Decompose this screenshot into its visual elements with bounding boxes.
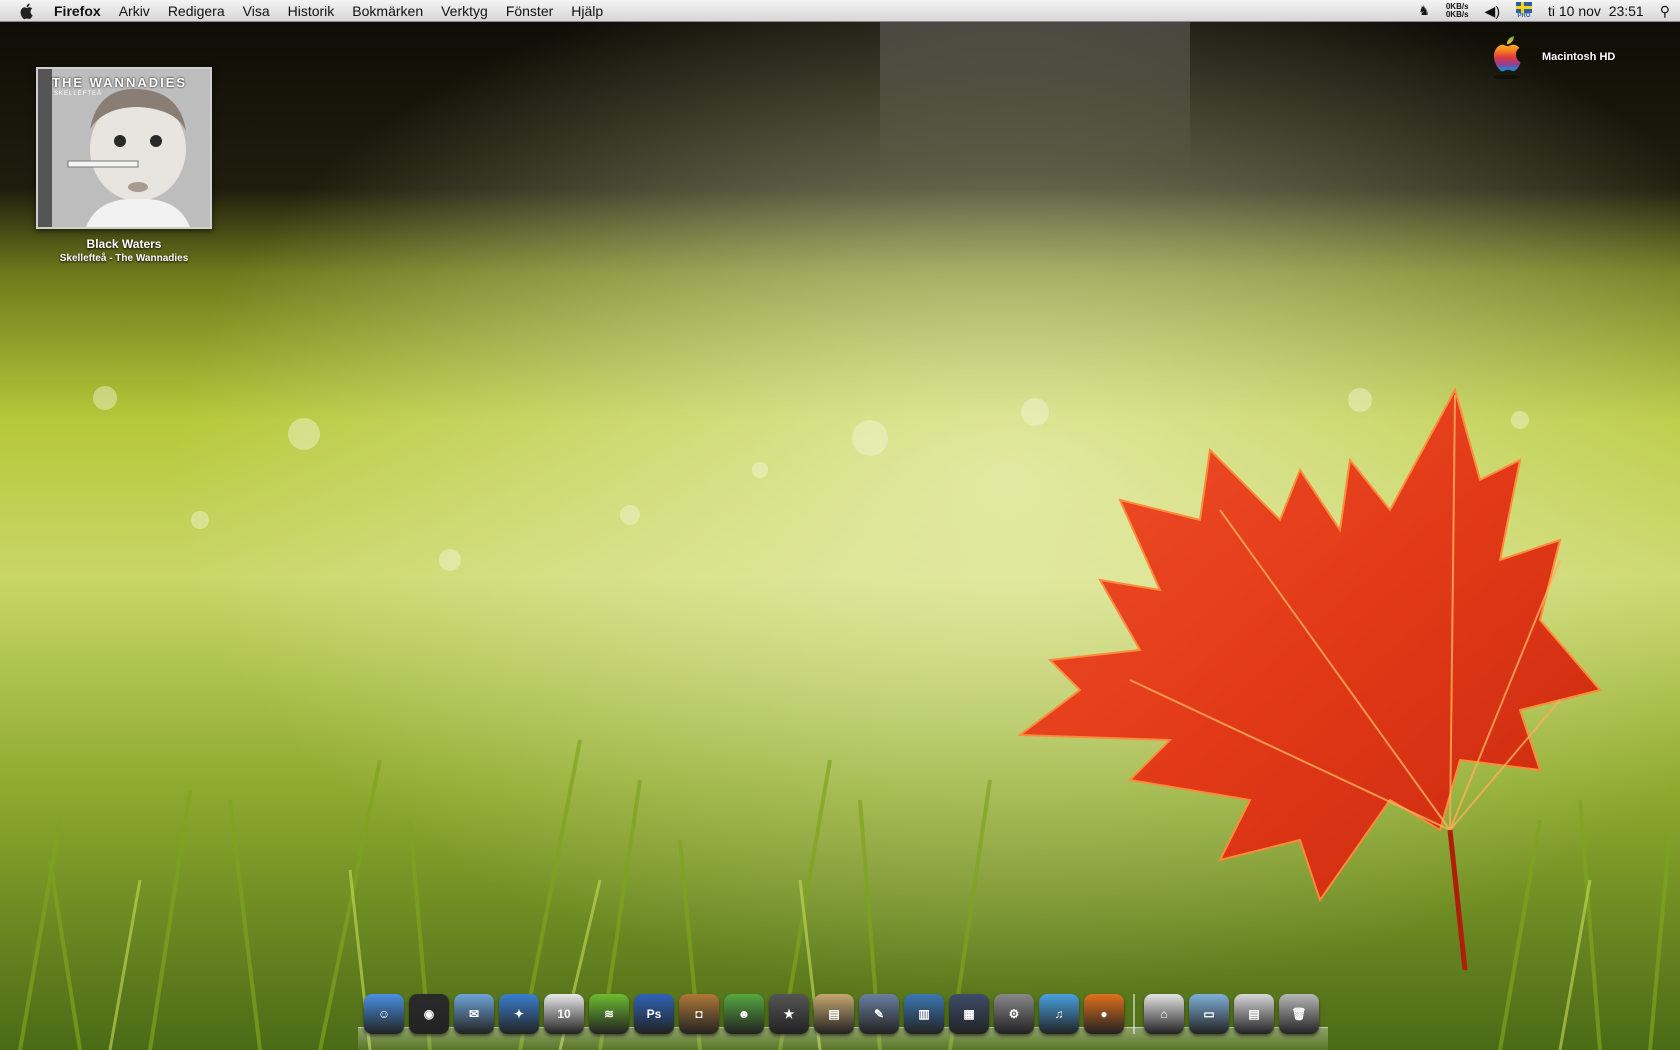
spotify-icon[interactable]: ≋ — [589, 994, 629, 1034]
menu-arkiv[interactable]: Arkiv — [119, 0, 150, 22]
desktop-wallpaper — [0, 0, 1680, 1050]
album-cover-title: THE WANNADIES — [52, 75, 188, 90]
spaces-icon[interactable]: ▦ — [949, 994, 989, 1034]
itunes-icon[interactable]: ♫ — [1039, 994, 1079, 1034]
dashboard-icon[interactable]: ◉ — [409, 994, 449, 1034]
activity-monitor-icon[interactable]: ▥ — [904, 994, 944, 1034]
apple-menu-icon[interactable] — [18, 2, 36, 20]
dock-icons: ☺ ◉ ✉ ✦ 10 ≋ Ps ◘ ☻ ★ ▤ ✎ ▥ ▦ ⚙ ♫ ● ⌂ ▭ ▤ 🗑 — [364, 994, 1319, 1034]
home-folder-icon[interactable]: ⌂ — [1144, 994, 1184, 1034]
xcode-icon[interactable]: ✎ — [859, 994, 899, 1034]
track-album-artist: Skellefteå - The Wannadies — [59, 253, 189, 264]
hard-drive-icon — [1493, 36, 1521, 79]
photoshop-icon[interactable]: Ps — [634, 994, 674, 1034]
menu-historik[interactable]: Historik — [288, 0, 335, 22]
menu-redigera[interactable]: Redigera — [168, 0, 225, 22]
menu-app-firefox[interactable]: Firefox — [54, 0, 101, 22]
menu-extras: ♞ 0KB/s 0KB/s ◀) PRO ti 10 nov 23:51 ⚲ — [1418, 0, 1670, 22]
spotlight-search-icon[interactable]: ⚲ — [1660, 3, 1670, 20]
adium-icon[interactable]: ☻ — [724, 994, 764, 1034]
net-download: 0KB/s — [1445, 10, 1469, 19]
hard-drive-label: Macintosh HD — [1542, 51, 1616, 63]
firefox-icon[interactable]: ● — [1084, 994, 1124, 1034]
menu-bar: Firefox Arkiv Redigera Visa Historik Bok… — [0, 0, 1680, 22]
swedish-flag-icon — [1515, 2, 1532, 13]
safari-icon[interactable]: ✦ — [499, 994, 539, 1034]
preview-icon[interactable]: ▤ — [814, 994, 854, 1034]
dock: ☺ ◉ ✉ ✦ 10 ≋ Ps ◘ ☻ ★ ▤ ✎ ▥ ▦ ⚙ ♫ ● ⌂ ▭ ▤ 🗑 — [358, 988, 1328, 1050]
downloads-stack-icon[interactable]: ▤ — [1234, 994, 1274, 1034]
mail-icon[interactable]: ✉ — [454, 994, 494, 1034]
finder-icon[interactable]: ☺ — [364, 994, 404, 1034]
documents-folder-icon[interactable]: ▭ — [1189, 994, 1229, 1034]
volume-icon[interactable]: ◀) — [1485, 3, 1500, 20]
imovie-icon[interactable]: ★ — [769, 994, 809, 1034]
trash-icon[interactable]: 🗑 — [1279, 994, 1319, 1034]
system-preferences-icon[interactable]: ⚙ — [994, 994, 1034, 1034]
track-title: Black Waters — [86, 237, 162, 251]
input-menu-label: PRO — [1517, 13, 1531, 19]
menu-clock[interactable]: ti 10 nov 23:51 — [1548, 3, 1644, 19]
input-menu[interactable]: PRO — [1515, 2, 1532, 20]
menu-bokmarken[interactable]: Bokmärken — [352, 0, 423, 22]
menu-verktyg[interactable]: Verktyg — [441, 0, 488, 22]
macintosh-hd-desktop-icon[interactable]: Macintosh HD — [1486, 34, 1615, 80]
now-playing-widget[interactable]: THE WANNADIES SKELLEFTEÅ Black Waters Sk… — [34, 67, 214, 264]
network-speed[interactable]: 0KB/s 0KB/s — [1446, 3, 1469, 19]
menu-visa[interactable]: Visa — [243, 0, 270, 22]
iphoto-icon[interactable]: ◘ — [679, 994, 719, 1034]
menu-fonster[interactable]: Fönster — [506, 0, 553, 22]
growl-icon[interactable]: ♞ — [1418, 3, 1430, 19]
album-cover: THE WANNADIES SKELLEFTEÅ — [36, 67, 212, 229]
calendar-icon[interactable]: 10 — [544, 994, 584, 1034]
dock-separator — [1133, 994, 1135, 1034]
album-cover-subtitle: SKELLEFTEÅ — [54, 91, 103, 97]
menu-hjalp[interactable]: Hjälp — [571, 0, 603, 22]
